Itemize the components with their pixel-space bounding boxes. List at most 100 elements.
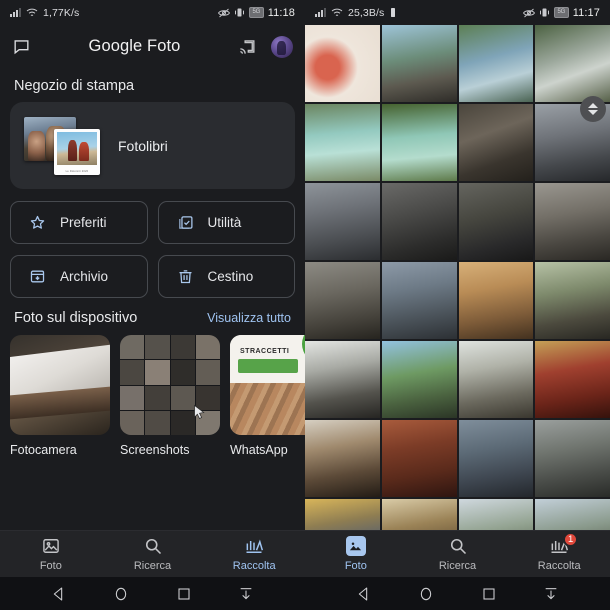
status-right-group: 5G 11:17 <box>522 7 600 19</box>
photo-cell[interactable] <box>305 341 380 418</box>
folder-thumbnail <box>10 335 110 435</box>
photo-cell[interactable] <box>535 262 610 339</box>
castle-gallery-windows <box>458 341 534 418</box>
folder-item-screenshots[interactable]: Screenshots <box>120 335 220 457</box>
photo-cell[interactable] <box>535 183 610 260</box>
photobook-thumbnails: Le Dolomiti 2020 <box>24 115 104 177</box>
scroll-updown-icon[interactable] <box>580 96 606 122</box>
right-screen: 25,3B/s 5G 11:17 Foto Ricerca 1 Raccolta <box>305 0 610 610</box>
status-left-group: 1,77K/s <box>10 7 79 19</box>
photo-cell[interactable] <box>458 420 534 497</box>
view-all-link[interactable]: Visualizza tutto <box>207 311 291 325</box>
photo-cell[interactable] <box>535 341 610 418</box>
signal-bars-icon <box>10 8 21 17</box>
quick-action-archivio[interactable]: Archivio <box>10 255 148 298</box>
photo-cell[interactable] <box>381 341 457 418</box>
cursor-icon <box>191 404 208 421</box>
folder-thumbnail <box>120 335 220 435</box>
nav-tab-foto[interactable]: Foto <box>305 536 407 572</box>
quick-action-label: Cestino <box>207 269 254 284</box>
search-icon <box>448 536 468 556</box>
left-bottom-nav: Foto Ricerca Raccolta <box>0 530 305 577</box>
battery-indicator: 5G <box>248 7 264 18</box>
photo-cell[interactable] <box>305 183 380 260</box>
photo-icon <box>41 536 61 556</box>
photo-cell[interactable] <box>458 183 534 260</box>
home-circle-icon[interactable] <box>418 586 434 602</box>
recents-square-icon[interactable] <box>176 586 192 602</box>
photo-cell[interactable] <box>305 25 380 102</box>
photo-cell[interactable] <box>381 420 457 497</box>
vibrate-icon <box>539 7 550 18</box>
download-icon <box>389 7 397 18</box>
photo-cell[interactable] <box>458 341 534 418</box>
photo-cell[interactable] <box>535 420 610 497</box>
left-screen: 1,77K/s 5G 11:18 Google Foto Negozio di … <box>0 0 305 610</box>
right-bottom-nav: Foto Ricerca 1 Raccolta <box>305 530 610 577</box>
folder-label: Screenshots <box>120 443 190 457</box>
nav-tab-raccolta[interactable]: Raccolta <box>203 536 305 572</box>
hide-keyboard-icon[interactable] <box>238 586 254 602</box>
folder-label: WhatsApp <box>230 443 288 457</box>
photo-cell[interactable] <box>305 262 380 339</box>
quick-action-cestino[interactable]: Cestino <box>157 255 295 298</box>
hide-keyboard-icon[interactable] <box>543 586 559 602</box>
nav-label: Ricerca <box>133 560 172 572</box>
chat-bubble-icon[interactable] <box>12 37 31 56</box>
page-title: Google Foto <box>88 37 181 55</box>
avatar[interactable] <box>271 35 293 58</box>
folder-label: Fotocamera <box>10 443 77 457</box>
left-system-nav <box>0 577 305 610</box>
wifi-icon <box>331 8 343 18</box>
device-photos-header: Foto sul dispositivo Visualizza tutto <box>0 298 305 335</box>
mountain-river <box>458 25 534 102</box>
photo-cell[interactable] <box>458 262 534 339</box>
photo-cell[interactable] <box>458 104 534 181</box>
quick-action-label: Archivio <box>60 269 109 284</box>
left-app-bar: Google Foto <box>0 25 305 68</box>
photo-icon <box>345 536 366 556</box>
nav-tab-foto[interactable]: Foto <box>0 536 102 572</box>
back-triangle-icon[interactable] <box>356 586 372 602</box>
wifi-icon <box>26 8 38 18</box>
nav-label: Foto <box>39 560 62 572</box>
photo-cell[interactable] <box>535 25 610 102</box>
back-triangle-icon[interactable] <box>51 586 67 602</box>
home-circle-icon[interactable] <box>113 586 129 602</box>
quick-action-label: Preferiti <box>60 215 107 230</box>
left-status-bar: 1,77K/s 5G 11:18 <box>0 0 305 25</box>
castle-wall-window <box>381 183 457 260</box>
photo-cell[interactable] <box>458 25 534 102</box>
vibrate-icon <box>234 7 245 18</box>
photo-cell[interactable] <box>381 262 457 339</box>
folder-item-whatsapp[interactable]: STRACCETTI WhatsApp <box>230 335 305 457</box>
signal-bars-icon <box>315 8 326 17</box>
library-icon <box>244 536 264 556</box>
photo-grid <box>305 25 610 610</box>
nav-tab-ricerca[interactable]: Ricerca <box>102 536 204 572</box>
cast-icon[interactable] <box>238 37 257 56</box>
man-sitting-castle-wall <box>535 183 610 260</box>
photobooks-card[interactable]: Le Dolomiti 2020 Fotolibri <box>10 102 295 189</box>
photo-cell[interactable] <box>381 183 457 260</box>
photo-cell[interactable] <box>305 104 380 181</box>
checkbox-utility-icon <box>177 214 194 231</box>
quick-action-label: Utilità <box>207 215 242 230</box>
castle-chapel-interior <box>458 262 534 339</box>
device-photos-title: Foto sul dispositivo <box>14 310 138 326</box>
folder-item-fotocamera[interactable]: Fotocamera <box>10 335 110 457</box>
archive-icon <box>29 268 46 285</box>
photo-cell[interactable] <box>305 420 380 497</box>
recents-square-icon[interactable] <box>481 586 497 602</box>
photo-cell[interactable] <box>381 25 457 102</box>
quick-actions-grid: Preferiti Utilità Archivio Cestino <box>0 189 305 298</box>
quick-action-utilita[interactable]: Utilità <box>157 201 295 244</box>
castle-courtyard <box>305 262 380 339</box>
doorway-silhouette <box>305 341 380 418</box>
nav-tab-raccolta[interactable]: 1 Raccolta <box>508 532 610 572</box>
nav-tab-ricerca[interactable]: Ricerca <box>407 536 509 572</box>
photo-cell[interactable] <box>381 104 457 181</box>
eye-care-icon <box>217 8 230 18</box>
photobooks-label: Fotolibri <box>118 137 168 154</box>
quick-action-preferiti[interactable]: Preferiti <box>10 201 148 244</box>
